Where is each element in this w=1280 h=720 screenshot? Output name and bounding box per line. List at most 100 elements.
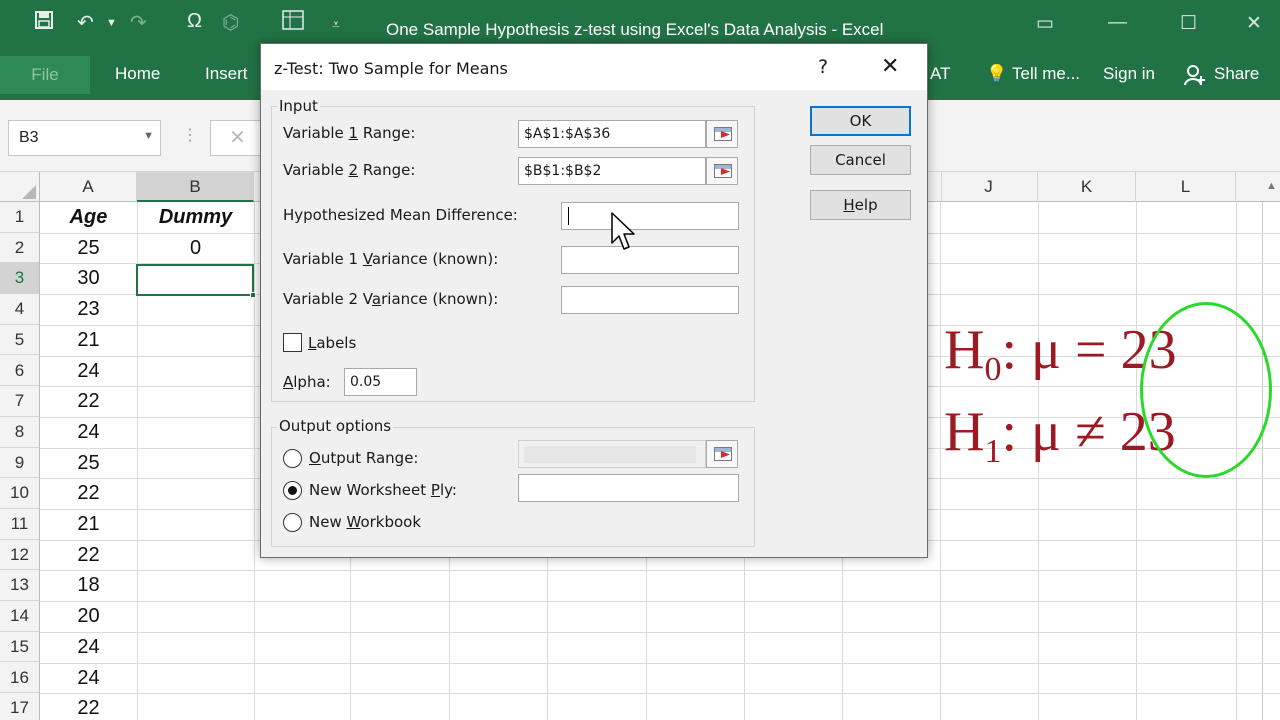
fill-handle[interactable]	[250, 292, 256, 298]
tab-stat[interactable]: AT	[930, 64, 950, 84]
cancel-button[interactable]: Cancel	[810, 145, 911, 175]
cell-a[interactable]: 23	[40, 294, 137, 324]
var2-range-collapse-icon[interactable]	[706, 157, 738, 185]
touch-mode-icon[interactable]: ⌬	[222, 10, 239, 35]
save-icon[interactable]	[34, 10, 54, 36]
row-header[interactable]: 6	[0, 356, 39, 387]
cell-b[interactable]: 0	[137, 233, 254, 263]
select-all-corner[interactable]	[0, 172, 40, 202]
cell-a[interactable]: 24	[40, 356, 137, 386]
cell-a[interactable]: 20	[40, 601, 137, 631]
cell-a[interactable]: 18	[40, 570, 137, 600]
alpha-label: Alpha:	[283, 373, 331, 391]
new-workbook-radio[interactable]	[283, 513, 302, 532]
column-header-k[interactable]: K	[1038, 172, 1136, 202]
new-worksheet-ply-radio[interactable]	[283, 481, 302, 500]
column-header-b[interactable]: B	[137, 172, 254, 202]
cell-a[interactable]: 21	[40, 325, 137, 355]
cell-a[interactable]: 25	[40, 448, 137, 478]
row-header[interactable]: 10	[0, 478, 39, 509]
minimize-icon[interactable]: —	[1108, 12, 1127, 34]
share-button[interactable]: Share	[1214, 64, 1259, 84]
cell-b[interactable]: Dummy	[137, 202, 254, 232]
selected-cell-b3[interactable]	[136, 264, 256, 298]
row-header[interactable]: 14	[0, 601, 39, 632]
ok-button[interactable]: OK	[810, 106, 911, 136]
row-header[interactable]: 12	[0, 540, 39, 571]
var1-range-collapse-icon[interactable]	[706, 120, 738, 148]
close-icon[interactable]: ✕	[881, 54, 899, 79]
cell-a[interactable]: 24	[40, 417, 137, 447]
alpha-input[interactable]: 0.05	[344, 368, 417, 396]
column-header-l[interactable]: L	[1136, 172, 1236, 202]
help-icon[interactable]: ?	[818, 56, 828, 78]
scroll-up-icon[interactable]: ▲	[1266, 180, 1277, 192]
row-header[interactable]: 17	[0, 693, 39, 720]
row-header[interactable]: 13	[0, 570, 39, 602]
row-header[interactable]: 15	[0, 632, 39, 663]
column-header-a[interactable]: A	[40, 172, 137, 202]
help-button[interactable]: Help	[810, 190, 911, 220]
new-worksheet-ply-input[interactable]	[518, 474, 739, 502]
omega-icon[interactable]: Ω	[187, 10, 202, 33]
var2-variance-input[interactable]	[561, 286, 739, 314]
row-header[interactable]: 4	[0, 294, 39, 325]
row-header[interactable]: 1	[0, 202, 39, 233]
cell-a[interactable]: 22	[40, 386, 137, 416]
drag-handle-icon[interactable]: ⋮	[182, 125, 198, 145]
maximize-icon[interactable]: ☐	[1180, 12, 1197, 35]
share-person-icon[interactable]	[1184, 64, 1206, 91]
close-window-icon[interactable]: ✕	[1246, 12, 1262, 35]
cell-a[interactable]: 25	[40, 233, 137, 263]
tab-insert[interactable]: Insert	[205, 64, 248, 84]
labels-checkbox-label[interactable]: Labels	[308, 334, 356, 352]
cell-a[interactable]: 24	[40, 632, 137, 662]
output-range-label[interactable]: Output Range:	[309, 449, 418, 467]
row-header[interactable]: 7	[0, 386, 39, 417]
var1-variance-input[interactable]	[561, 246, 739, 274]
var1-variance-label: Variable 1 Variance (known):	[283, 250, 499, 268]
cell-a[interactable]: 30	[40, 263, 137, 293]
sign-in-link[interactable]: Sign in	[1103, 64, 1155, 84]
lightbulb-icon: 💡	[986, 64, 1008, 83]
tab-file[interactable]: File	[0, 56, 90, 94]
column-header-j[interactable]: J	[940, 172, 1038, 202]
row-header[interactable]: 8	[0, 417, 39, 448]
undo-icon[interactable]: ↶	[77, 10, 94, 35]
cell-a[interactable]: Age	[40, 202, 137, 232]
customize-quick-access-icon[interactable]: ⩡	[332, 16, 340, 33]
var2-range-input[interactable]: $B$1:$B$2	[518, 157, 706, 185]
tell-me-search[interactable]: Tell me...	[1012, 64, 1080, 84]
labels-checkbox[interactable]	[283, 333, 302, 352]
row-header[interactable]: 5	[0, 325, 39, 356]
highlight-circle	[1140, 302, 1272, 478]
row-header[interactable]: 9	[0, 448, 39, 479]
tab-home[interactable]: Home	[115, 64, 160, 84]
row-headers: 1 2 3 4 5 6 7 8 9 10 11 12 13 14 15 16 17	[0, 202, 40, 720]
form-icon[interactable]	[282, 10, 304, 36]
ribbon-display-options-icon[interactable]: ▭	[1036, 12, 1054, 35]
output-range-radio[interactable]	[283, 449, 302, 468]
dialog-title: z-Test: Two Sample for Means	[274, 59, 508, 78]
window-title: One Sample Hypothesis z-test using Excel…	[386, 20, 884, 39]
hyp-mean-diff-input[interactable]	[561, 202, 739, 230]
hyp-mean-diff-label: Hypothesized Mean Difference:	[283, 206, 518, 224]
redo-icon[interactable]: ↷	[130, 10, 147, 35]
output-range-collapse-icon	[706, 440, 738, 468]
row-header[interactable]: 3	[0, 263, 39, 295]
cell-a[interactable]: 24	[40, 663, 137, 693]
chevron-down-icon[interactable]: ▼	[143, 130, 154, 142]
cell-a[interactable]: 22	[40, 540, 137, 570]
row-header[interactable]: 2	[0, 233, 39, 264]
cell-a[interactable]: 21	[40, 509, 137, 539]
cell-a[interactable]: 22	[40, 478, 137, 508]
cell-a[interactable]: 22	[40, 693, 137, 720]
formula-cancel-button[interactable]: ✕	[210, 120, 265, 156]
var1-range-input[interactable]: $A$1:$A$36	[518, 120, 706, 148]
undo-dropdown-icon[interactable]: ▼	[106, 17, 117, 29]
name-box[interactable]: B3 ▼	[8, 120, 161, 156]
new-workbook-label[interactable]: New Workbook	[309, 513, 421, 531]
row-header[interactable]: 16	[0, 663, 39, 694]
new-worksheet-ply-label[interactable]: New Worksheet Ply:	[309, 481, 457, 499]
row-header[interactable]: 11	[0, 509, 39, 540]
